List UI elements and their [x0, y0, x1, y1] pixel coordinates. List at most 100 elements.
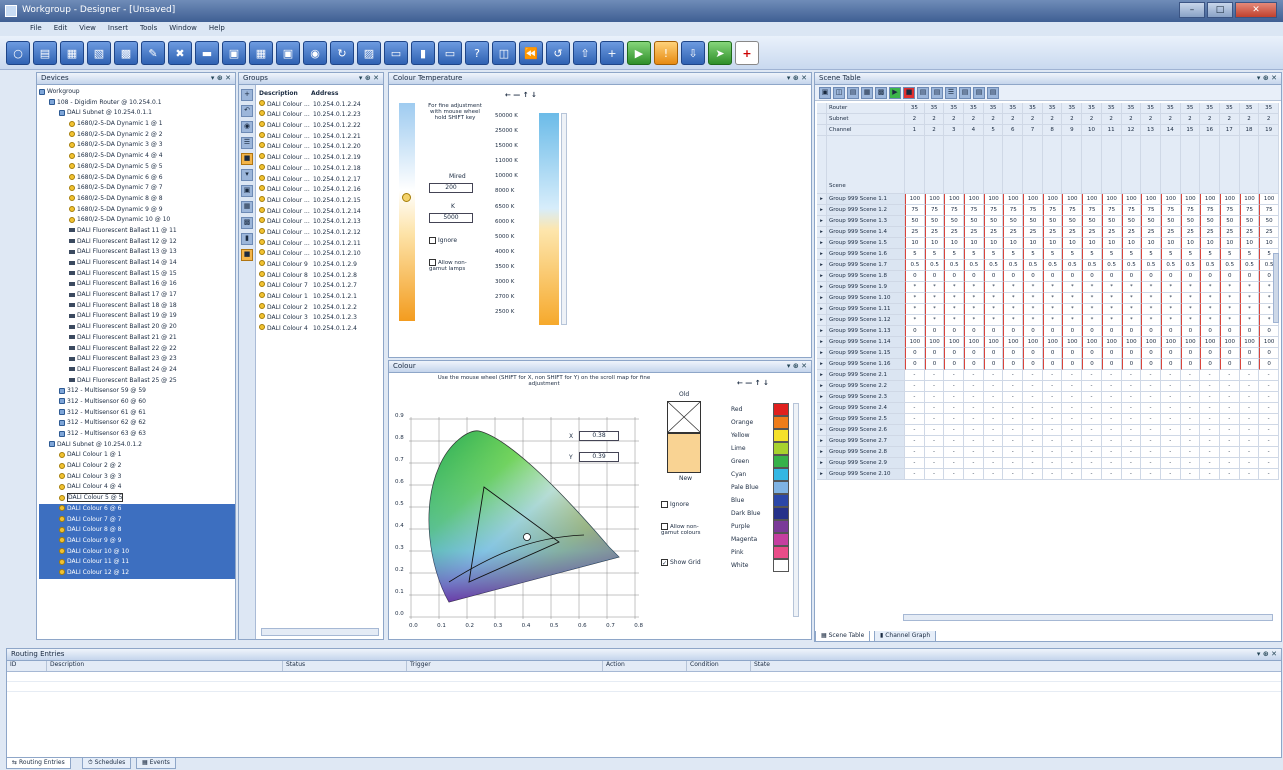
- scene-value-cell[interactable]: 5: [944, 249, 965, 260]
- scene-name-cell[interactable]: Group 999 Scene 1.16: [827, 359, 905, 370]
- scene-value-cell[interactable]: 75: [983, 205, 1004, 216]
- scene-value-cell[interactable]: 25: [924, 227, 945, 238]
- scene-value-cell[interactable]: -: [1023, 370, 1043, 381]
- scene-value-cell[interactable]: 0: [1062, 271, 1083, 282]
- scene-value-cell[interactable]: *: [1180, 315, 1201, 326]
- scene-name-cell[interactable]: Group 999 Scene 1.1: [827, 194, 905, 205]
- scene-value-cell[interactable]: -: [1219, 425, 1240, 436]
- scene-value-cell[interactable]: 0.5: [1121, 260, 1142, 271]
- scene-value-cell[interactable]: 100: [1023, 337, 1043, 348]
- scene-value-cell[interactable]: 0: [1101, 271, 1122, 282]
- device-tree-item[interactable]: DALI Fluorescent Ballast 21 @ 21: [39, 333, 235, 344]
- scene-channel-name-cell[interactable]: [1200, 136, 1220, 194]
- scene-value-cell[interactable]: 25: [1062, 227, 1083, 238]
- rewind-button[interactable]: ⏪: [519, 41, 543, 65]
- scene-value-cell[interactable]: 100: [1141, 194, 1161, 205]
- scene-value-cell[interactable]: 0.5: [1160, 260, 1181, 271]
- scene-router-cell[interactable]: 35: [964, 103, 984, 114]
- scene-value-cell[interactable]: 0: [1101, 326, 1122, 337]
- scene-value-cell[interactable]: 0.5: [983, 260, 1004, 271]
- scene-value-cell[interactable]: 0: [1023, 271, 1043, 282]
- scene-value-cell[interactable]: 0.5: [1023, 260, 1043, 271]
- kelvin-input[interactable]: 5000: [429, 213, 473, 223]
- scene-value-cell[interactable]: *: [1062, 304, 1083, 315]
- scene-value-cell[interactable]: -: [1062, 469, 1083, 480]
- scene-value-cell[interactable]: -: [1062, 370, 1083, 381]
- save-button[interactable]: ▦: [60, 41, 84, 65]
- scene-value-cell[interactable]: 0: [1042, 359, 1063, 370]
- scene-value-cell[interactable]: 0: [1200, 348, 1220, 359]
- scene-value-cell[interactable]: 50: [1219, 216, 1240, 227]
- scene-import-icon[interactable]: ▤: [931, 87, 943, 99]
- scene-header-label[interactable]: Channel: [827, 125, 905, 136]
- colour-arrows[interactable]: ← — ↑ ↓: [737, 379, 769, 387]
- view-icon[interactable]: ▣: [241, 185, 253, 197]
- scene-value-cell[interactable]: 10: [1180, 238, 1201, 249]
- scene-value-cell[interactable]: *: [1023, 315, 1043, 326]
- group-list-item[interactable]: DALI Colour 8 10.254.0.1.2.8: [259, 270, 381, 282]
- scene-value-cell[interactable]: 50: [1023, 216, 1043, 227]
- scene-value-cell[interactable]: -: [1180, 370, 1201, 381]
- scene-value-cell[interactable]: 50: [1003, 216, 1024, 227]
- scene-value-cell[interactable]: *: [1180, 304, 1201, 315]
- device-tree-item[interactable]: DALI Colour 4 @ 4: [39, 482, 235, 493]
- scene-value-cell[interactable]: -: [1219, 414, 1240, 425]
- scene-router-cell[interactable]: 35: [1101, 103, 1122, 114]
- scene-value-cell[interactable]: *: [1200, 304, 1220, 315]
- scene-value-cell[interactable]: -: [1160, 403, 1181, 414]
- scene-value-cell[interactable]: 100: [944, 337, 965, 348]
- upload-button[interactable]: ⇧: [573, 41, 597, 65]
- scene-value-cell[interactable]: *: [1121, 282, 1142, 293]
- scene-name-cell[interactable]: Group 999 Scene 2.3: [827, 392, 905, 403]
- tab-schedules[interactable]: ⏱ Schedules: [82, 758, 132, 769]
- scene-value-cell[interactable]: -: [1101, 436, 1122, 447]
- scene-value-cell[interactable]: 5: [964, 249, 984, 260]
- scene-value-cell[interactable]: -: [1101, 414, 1122, 425]
- scene-value-cell[interactable]: 10: [1259, 238, 1279, 249]
- scene-value-cell[interactable]: *: [1082, 293, 1102, 304]
- scene-copy-icon[interactable]: ◫: [833, 87, 845, 99]
- scene-name-cell[interactable]: Group 999 Scene 2.7: [827, 436, 905, 447]
- scene-value-cell[interactable]: 75: [1062, 205, 1083, 216]
- sync-button[interactable]: ↻: [330, 41, 354, 65]
- scene-value-cell[interactable]: -: [1219, 469, 1240, 480]
- scene-subnet-cell[interactable]: 2: [1239, 114, 1260, 125]
- scene-value-cell[interactable]: -: [1200, 370, 1220, 381]
- scene-value-cell[interactable]: 0: [1023, 348, 1043, 359]
- scene-value-cell[interactable]: 75: [1042, 205, 1063, 216]
- scene-value-cell[interactable]: -: [1082, 414, 1102, 425]
- scene-value-cell[interactable]: 25: [1082, 227, 1102, 238]
- scene-value-cell[interactable]: -: [1121, 370, 1142, 381]
- scene-value-cell[interactable]: -: [1023, 425, 1043, 436]
- scene-name-cell[interactable]: Group 999 Scene 2.10: [827, 469, 905, 480]
- device-tree-item[interactable]: 1680/2-5-DA Dynamic 1 @ 1: [39, 119, 235, 130]
- scene-value-cell[interactable]: 5: [1042, 249, 1063, 260]
- preset-colour-item[interactable]: Yellow: [731, 429, 789, 442]
- scene-value-cell[interactable]: *: [1082, 315, 1102, 326]
- scene-value-cell[interactable]: *: [1101, 282, 1122, 293]
- scene-value-cell[interactable]: 100: [944, 194, 965, 205]
- scene-row-indicator[interactable]: ▸: [817, 238, 827, 249]
- scene-value-cell[interactable]: 25: [905, 227, 925, 238]
- device-tree-item[interactable]: DALI Colour 9 @ 9: [39, 535, 235, 547]
- scene-channel-cell[interactable]: 7: [1023, 125, 1043, 136]
- device-tree-item[interactable]: 312 - Multisensor 62 @ 62: [39, 418, 235, 429]
- scene-row-indicator[interactable]: ▸: [817, 304, 827, 315]
- scene-channel-cell[interactable]: 15: [1180, 125, 1201, 136]
- scene-value-cell[interactable]: *: [1141, 293, 1161, 304]
- scene-value-cell[interactable]: 10: [1239, 238, 1260, 249]
- grid-button[interactable]: ▦: [249, 41, 273, 65]
- ct-gradient-slider[interactable]: [399, 103, 415, 321]
- scene-value-cell[interactable]: -: [905, 392, 925, 403]
- scene-value-cell[interactable]: 0: [983, 326, 1004, 337]
- scene-value-cell[interactable]: 100: [1239, 194, 1260, 205]
- scene-value-cell[interactable]: -: [1062, 458, 1083, 469]
- scene-value-cell[interactable]: *: [1121, 304, 1142, 315]
- scene-value-cell[interactable]: -: [1259, 403, 1279, 414]
- scene-row-indicator[interactable]: ▸: [817, 458, 827, 469]
- preset-colour-item[interactable]: White: [731, 559, 789, 572]
- scene-value-cell[interactable]: *: [1023, 282, 1043, 293]
- scene-value-cell[interactable]: -: [905, 414, 925, 425]
- scene-router-cell[interactable]: 35: [1259, 103, 1279, 114]
- scene-value-cell[interactable]: 5: [1121, 249, 1142, 260]
